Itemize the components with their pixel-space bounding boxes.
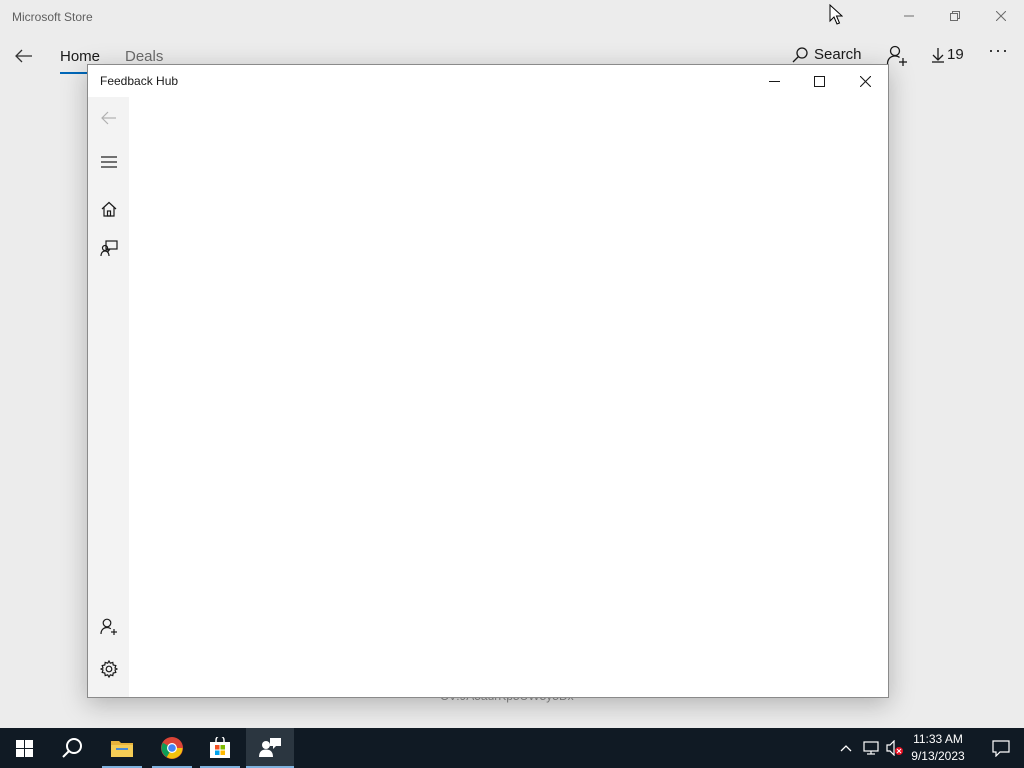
downloads-button[interactable]: 19 [932,46,964,63]
back-arrow-icon [100,111,116,125]
notification-icon [992,739,1010,757]
chevron-up-icon [840,745,852,752]
home-icon [101,201,116,217]
action-center-button[interactable] [978,728,1024,768]
taskbar-feedback-hub[interactable] [246,728,294,768]
feedback-hub-title: Feedback Hub [100,74,179,88]
hamburger-menu-icon [100,156,117,168]
store-window-title: Microsoft Store [12,10,93,24]
taskbar-chrome[interactable] [148,728,196,768]
add-account-icon [886,45,907,66]
back-arrow-icon [15,49,32,63]
store-minimize-button[interactable] [886,0,932,32]
feedback-hub-window: Feedback Hub [87,64,889,698]
nav-item-home[interactable] [88,190,129,228]
start-button[interactable] [0,728,48,768]
search-icon [792,46,808,62]
taskbar-file-explorer[interactable] [98,728,146,768]
show-hidden-icons-button[interactable] [834,728,858,768]
nav-item-settings[interactable] [88,650,129,688]
taskbar: 11:33 AM 9/13/2023 [0,728,1024,768]
feedback-hub-maximize-button[interactable] [796,65,842,97]
feedback-hub-minimize-button[interactable] [751,65,797,97]
taskbar-search-button[interactable] [48,728,96,768]
volume-muted-icon [886,740,903,756]
taskbar-clock[interactable]: 11:33 AM 9/13/2023 [906,731,970,765]
back-button[interactable] [88,99,129,137]
downloads-count: 19 [947,46,964,63]
more-options-button[interactable]: ··· [988,40,1009,61]
feedback-icon [99,240,118,257]
clock-date: 9/13/2023 [911,749,965,763]
chrome-icon [161,737,183,759]
add-account-icon [99,618,117,635]
settings-gear-icon [99,660,118,678]
minimize-icon [768,80,780,82]
network-status-button[interactable] [860,728,882,768]
close-icon [859,75,871,87]
store-restore-button[interactable] [932,0,978,32]
volume-button[interactable] [884,728,906,768]
download-icon [932,47,944,63]
mouse-cursor-icon [829,3,844,31]
tab-deals[interactable]: Deals [125,48,163,65]
account-button[interactable] [886,45,908,72]
navigation-pane [88,97,129,697]
maximize-icon [813,75,825,87]
tab-home[interactable]: Home [60,48,100,65]
nav-item-account[interactable] [88,608,129,646]
store-close-button[interactable] [978,0,1024,32]
hamburger-menu-button[interactable] [88,143,129,181]
nav-item-feedback[interactable] [88,230,129,268]
store-bag-icon [210,737,230,758]
feedback-hub-close-button[interactable] [842,65,888,97]
taskbar-microsoft-store[interactable] [196,728,244,768]
store-back-button[interactable] [12,46,36,66]
clock-time: 11:33 AM [913,732,963,746]
folder-icon [111,741,133,757]
search-label: Search [814,46,862,63]
search-icon [62,738,82,758]
feedback-hub-icon [259,738,281,757]
search-button[interactable]: Search [792,46,862,63]
windows-logo-icon [15,739,33,757]
network-icon [863,741,879,755]
